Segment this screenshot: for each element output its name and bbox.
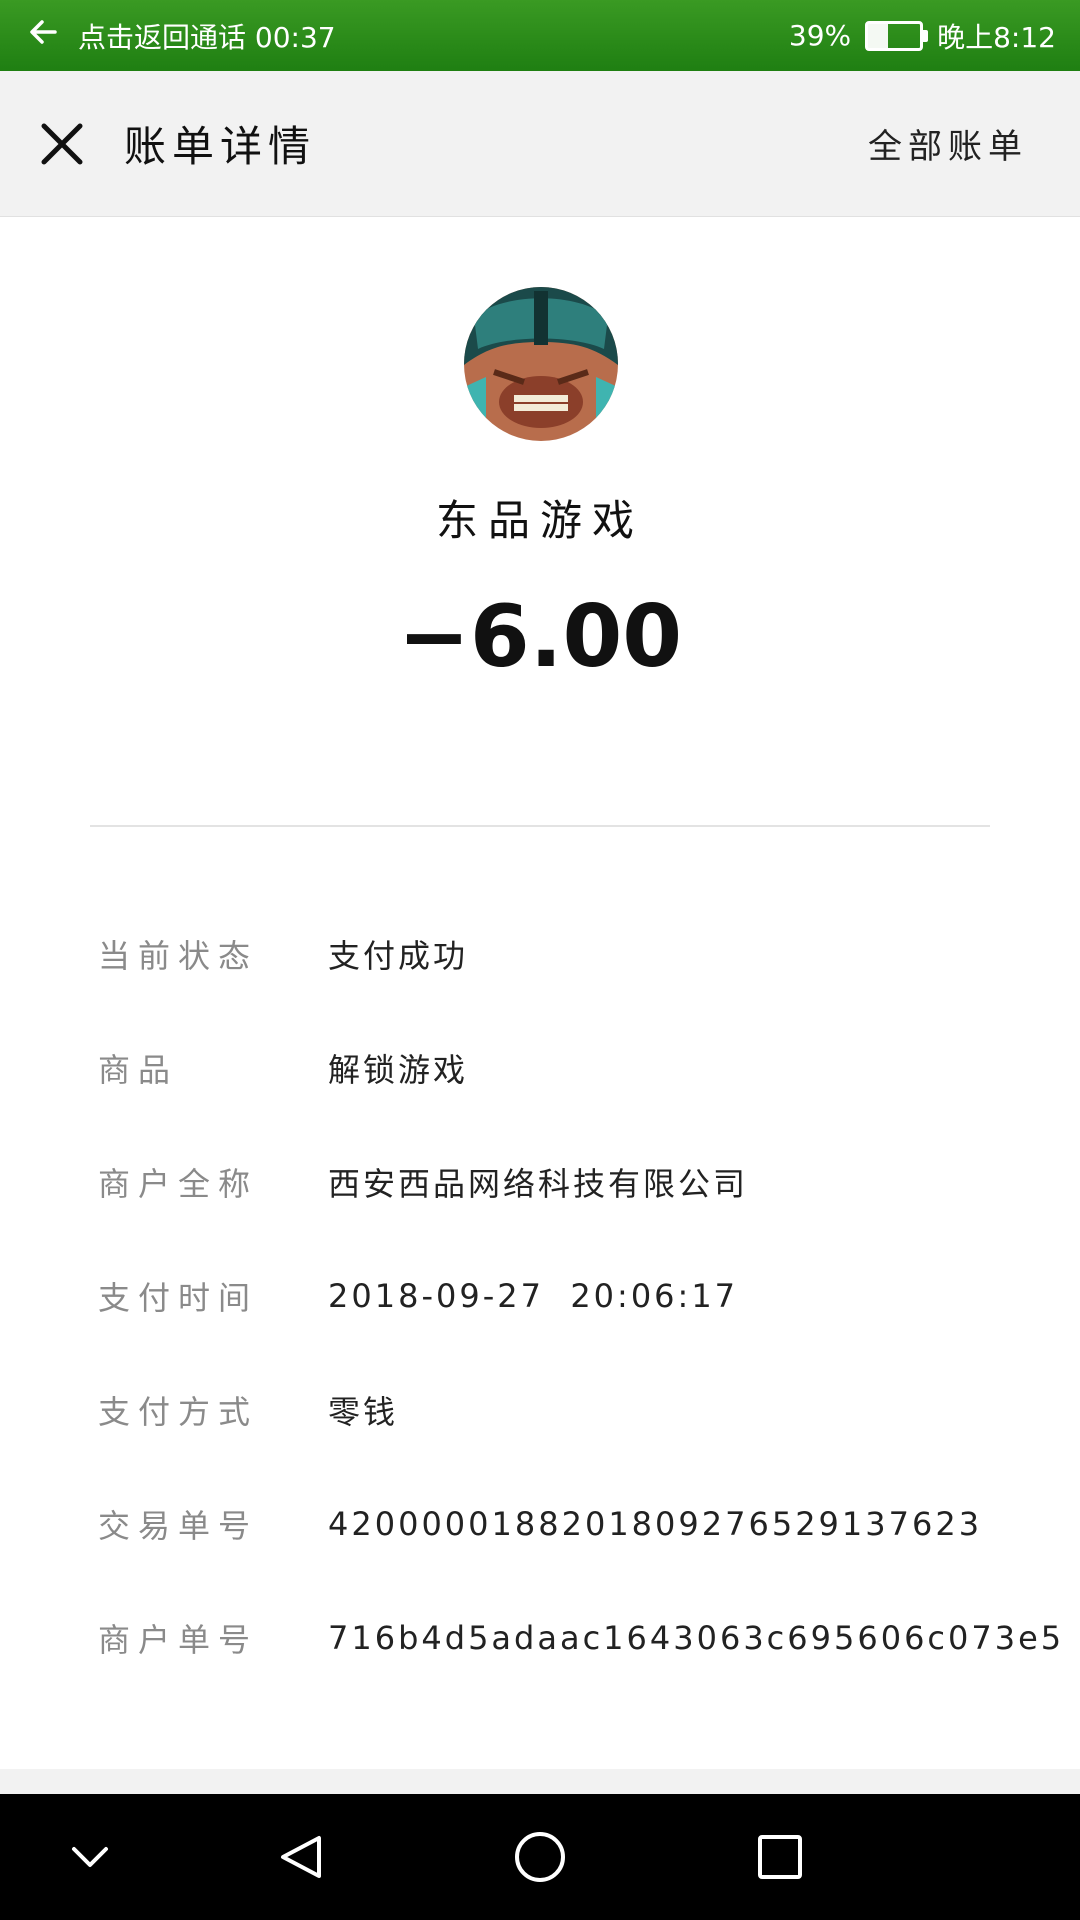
battery-percent: 39% — [788, 19, 852, 52]
detail-value: 支付成功 — [328, 937, 469, 975]
detail-value: 2018-09-27 20:06:17 — [328, 1277, 739, 1315]
status-bar: 点击返回通话 00:37 39% 晚上8:12 — [0, 0, 1080, 71]
back-button[interactable] — [270, 1827, 330, 1887]
detail-value[interactable]: 4200000188201809276529137623 — [328, 1505, 982, 1543]
detail-label: 当前状态 — [98, 937, 259, 975]
recents-button[interactable] — [750, 1827, 810, 1887]
back-arrow-icon[interactable] — [28, 17, 58, 54]
battery-level-fill — [868, 23, 889, 48]
detail-row-product: 商品 解锁游戏 — [0, 1011, 1080, 1125]
detail-value: 解锁游戏 — [328, 1051, 469, 1089]
merchant-name: 东品游戏 — [435, 496, 644, 545]
detail-row-payment-time: 支付时间 2018-09-27 20:06:17 — [0, 1239, 1080, 1353]
recents-square-icon — [758, 1835, 802, 1879]
detail-row-payment-method: 支付方式 零钱 — [0, 1353, 1080, 1467]
hide-nav-button[interactable] — [60, 1827, 120, 1887]
divider — [90, 825, 990, 827]
detail-value[interactable]: 716b4d5adaac1643063c695606c073e5 — [328, 1619, 1064, 1657]
top-app-bar: 账单详情 全部账单 — [0, 71, 1080, 218]
detail-label: 支付时间 — [98, 1279, 259, 1317]
chevron-down-icon — [72, 1847, 108, 1867]
detail-value: 零钱 — [328, 1393, 399, 1431]
home-circle-icon — [515, 1832, 565, 1882]
detail-row-merchant-full-name: 商户全称 西安西品网络科技有限公司 — [0, 1125, 1080, 1239]
page-title: 账单详情 — [124, 122, 317, 171]
close-icon — [41, 123, 83, 164]
bill-detail-card: 东品游戏 −6.00 当前状态 支付成功 商品 解锁游戏 商户全称 西安西品网络… — [0, 217, 1080, 1769]
status-time: 晚上8:12 — [937, 20, 1056, 54]
detail-list: 当前状态 支付成功 商品 解锁游戏 商户全称 西安西品网络科技有限公司 支付时间… — [0, 897, 1080, 1695]
detail-row-status: 当前状态 支付成功 — [0, 897, 1080, 1011]
payment-amount: −6.00 — [397, 587, 683, 687]
merchant-avatar — [464, 287, 618, 441]
detail-row-merchant-order-no: 商户单号 716b4d5adaac1643063c695606c073e5 — [0, 1581, 1080, 1695]
detail-label: 商户全称 — [98, 1165, 259, 1203]
all-bills-link[interactable]: 全部账单 — [868, 119, 1028, 168]
close-button[interactable] — [32, 114, 92, 174]
call-status-text[interactable]: 点击返回通话 00:37 — [78, 16, 336, 56]
detail-row-transaction-no: 交易单号 4200000188201809276529137623 — [0, 1467, 1080, 1581]
detail-label: 交易单号 — [98, 1507, 259, 1545]
detail-label: 支付方式 — [98, 1393, 259, 1431]
home-button[interactable] — [510, 1827, 570, 1887]
detail-value: 西安西品网络科技有限公司 — [328, 1165, 749, 1203]
battery-icon — [865, 20, 929, 51]
back-triangle-icon — [281, 1836, 321, 1878]
detail-label: 商品 — [98, 1051, 179, 1089]
detail-label: 商户单号 — [98, 1621, 259, 1659]
return-to-call[interactable]: 点击返回通话 00:37 — [0, 16, 336, 56]
system-nav-bar — [0, 1794, 1080, 1920]
